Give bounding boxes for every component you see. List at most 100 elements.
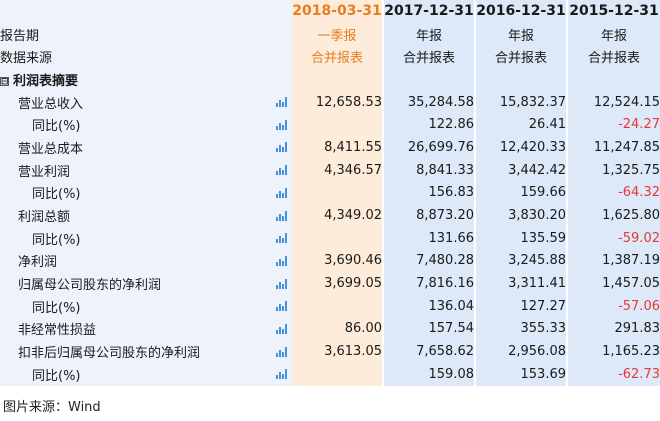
value-cell: 8,841.33 <box>384 158 476 182</box>
row-label: 同比(%) <box>0 226 270 250</box>
data-source-value: 合并报表 <box>568 45 660 69</box>
value-cell: 3,442.42 <box>476 158 568 182</box>
data-source-value: 合并报表 <box>384 45 476 69</box>
report-period-value: 年报 <box>568 22 660 46</box>
value-cell: 7,816.16 <box>384 272 476 295</box>
table-row: 营业总成本 8,411.55 26,699.76 12,420.33 11,247.85 <box>0 136 660 159</box>
value-cell: 291.83 <box>568 317 660 341</box>
row-label: 营业总收入 <box>0 90 270 114</box>
value-cell: 3,830.20 <box>476 204 568 227</box>
value-cell <box>292 113 384 137</box>
value-cell: 15,832.37 <box>476 90 568 114</box>
value-cell: 157.54 <box>384 317 476 341</box>
empty-cell <box>568 68 660 91</box>
value-cell: 1,325.75 <box>568 158 660 182</box>
table-row: 同比(%) 156.83 159.66 -64.32 <box>0 181 660 205</box>
value-cell: -24.27 <box>568 113 660 137</box>
value-cell <box>292 294 384 318</box>
row-label: 营业总成本 <box>0 136 270 159</box>
value-cell: 26,699.76 <box>384 136 476 159</box>
report-period-value: 一季报 <box>292 22 384 46</box>
bar-chart-icon[interactable] <box>275 369 287 380</box>
section-title: 利润表摘要 <box>13 73 79 89</box>
icon-cell <box>270 158 292 182</box>
icon-cell <box>270 90 292 114</box>
value-cell: 127.27 <box>476 294 568 318</box>
value-cell: 7,658.62 <box>384 340 476 363</box>
bar-chart-icon[interactable] <box>275 210 287 221</box>
value-cell: 8,873.20 <box>384 204 476 227</box>
value-cell: 135.59 <box>476 226 568 250</box>
icon-cell <box>270 68 292 91</box>
icon-cell <box>270 45 292 69</box>
value-cell: 12,420.33 <box>476 136 568 159</box>
row-label: 利润总额 <box>0 204 270 227</box>
value-cell: 3,690.46 <box>292 249 384 273</box>
row-label: 同比(%) <box>0 294 270 318</box>
row-label: 数据来源 <box>0 45 270 69</box>
collapse-toggle-icon[interactable]: ⊟ <box>0 76 9 86</box>
value-cell: 3,311.41 <box>476 272 568 295</box>
value-cell: -62.73 <box>568 363 660 386</box>
icon-cell <box>270 226 292 250</box>
period-header[interactable]: 2018-03-31 <box>292 0 384 23</box>
value-cell: -59.02 <box>568 226 660 250</box>
icon-cell <box>270 340 292 363</box>
data-source-row: 数据来源 合并报表 合并报表 合并报表 合并报表 <box>0 45 660 69</box>
table-body: 2018-03-31 2017-12-31 2016-12-31 2015-12… <box>0 0 660 386</box>
table-row: 非经常性损益 86.00 157.54 355.33 291.83 <box>0 317 660 341</box>
icon-cell <box>270 272 292 295</box>
row-label: 同比(%) <box>0 363 270 386</box>
row-label: 净利润 <box>0 249 270 273</box>
financial-summary-page: 2018-03-31 2017-12-31 2016-12-31 2015-12… <box>0 0 660 421</box>
icon-cell <box>270 249 292 273</box>
bar-chart-icon[interactable] <box>275 323 287 334</box>
value-cell: 1,387.19 <box>568 249 660 273</box>
period-header[interactable]: 2015-12-31 <box>568 0 660 23</box>
bar-chart-icon[interactable] <box>275 187 287 198</box>
value-cell: -57.06 <box>568 294 660 318</box>
table-row: 营业总收入 12,658.53 35,284.58 15,832.37 12,524.1… <box>0 90 660 114</box>
bar-chart-icon[interactable] <box>275 233 287 244</box>
bar-chart-icon[interactable] <box>275 255 287 266</box>
table-row: 营业利润 4,346.57 8,841.33 3,442.42 1,325.75 <box>0 158 660 182</box>
value-cell: 153.69 <box>476 363 568 386</box>
value-cell: 7,480.28 <box>384 249 476 273</box>
value-cell: 1,457.05 <box>568 272 660 295</box>
value-cell: 2,956.08 <box>476 340 568 363</box>
icon-cell <box>270 181 292 205</box>
value-cell: 4,349.02 <box>292 204 384 227</box>
bar-chart-icon[interactable] <box>275 142 287 153</box>
period-header[interactable]: 2017-12-31 <box>384 0 476 23</box>
report-period-value: 年报 <box>384 22 476 46</box>
value-cell <box>292 363 384 386</box>
bar-chart-icon[interactable] <box>275 278 287 289</box>
row-label: 营业利润 <box>0 158 270 182</box>
value-cell: 86.00 <box>292 317 384 341</box>
section-title-cell: ⊟ 利润表摘要 <box>0 68 270 91</box>
header-icon-cell <box>270 0 292 23</box>
bar-chart-icon[interactable] <box>275 97 287 108</box>
empty-cell <box>384 68 476 91</box>
value-cell: 1,625.80 <box>568 204 660 227</box>
value-cell: 3,613.05 <box>292 340 384 363</box>
row-label: 同比(%) <box>0 113 270 137</box>
image-caption: 图片来源：Wind <box>3 400 101 415</box>
bar-chart-icon[interactable] <box>275 119 287 130</box>
period-header[interactable]: 2016-12-31 <box>476 0 568 23</box>
value-cell: 12,658.53 <box>292 90 384 114</box>
table-row: 同比(%) 122.86 26.41 -24.27 <box>0 113 660 137</box>
value-cell: 35,284.58 <box>384 90 476 114</box>
bar-chart-icon[interactable] <box>275 301 287 312</box>
value-cell: 4,346.57 <box>292 158 384 182</box>
icon-cell <box>270 294 292 318</box>
bar-chart-icon[interactable] <box>275 346 287 357</box>
icon-cell <box>270 204 292 227</box>
bar-chart-icon[interactable] <box>275 165 287 176</box>
empty-cell <box>292 68 384 91</box>
value-cell: 159.08 <box>384 363 476 386</box>
table-row: 扣非后归属母公司股东的净利润 3,613.05 7,658.62 2,956.08 1,… <box>0 340 660 363</box>
section-header-row: ⊟ 利润表摘要 <box>0 68 660 91</box>
table-row: 同比(%) 131.66 135.59 -59.02 <box>0 226 660 250</box>
table-row: 净利润 3,690.46 7,480.28 3,245.88 1,387.19 <box>0 249 660 273</box>
